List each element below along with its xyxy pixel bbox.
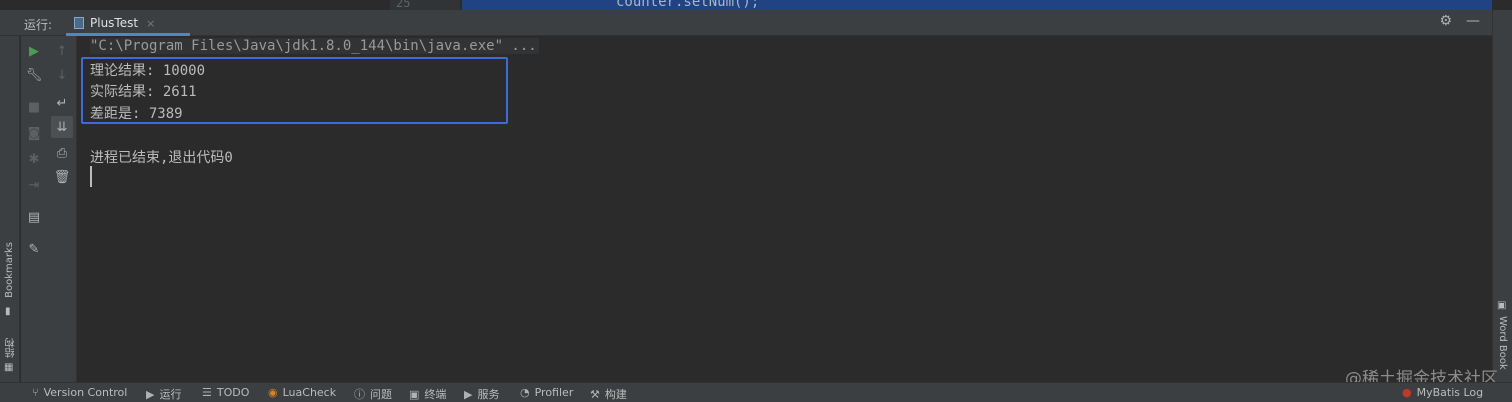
tab-label: 终端: [424, 388, 447, 401]
console-command-line: "C:\Program Files\Java\jdk1.8.0_144\bin\…: [90, 38, 539, 54]
stop-icon[interactable]: ■: [23, 96, 45, 118]
run-toolbar-primary: ▶ 🔧︎ ■ ◙ ✱ ⇥ ▤ ✎: [21, 36, 47, 382]
right-tool-stripe: ▣ Word Book: [1492, 10, 1512, 382]
minimize-icon[interactable]: —: [1466, 13, 1480, 29]
editor-line-number: 25: [396, 0, 411, 10]
tab-label: 问题: [370, 388, 392, 401]
services-icon: ▶: [464, 387, 473, 401]
tab-mybatis-log[interactable]: ● MyBatis Log: [1402, 386, 1483, 399]
structure-tab[interactable]: 结构: [4, 338, 19, 358]
tab-label: 运行: [159, 388, 182, 401]
exit-icon[interactable]: ⇥: [23, 174, 45, 196]
console-line: 实际结果: 2611: [90, 84, 197, 100]
tab-run[interactable]: ▶ 运行: [146, 386, 181, 402]
tab-label: Version Control: [43, 386, 128, 399]
rerun-icon[interactable]: ▶: [23, 40, 45, 62]
tab-label: TODO: [216, 386, 250, 399]
camera-icon[interactable]: ◙: [23, 122, 45, 144]
word-book-icon: ▣: [1497, 300, 1507, 311]
tab-luacheck[interactable]: ◉ LuaCheck: [268, 386, 336, 399]
text-caret: [90, 166, 92, 187]
branch-icon: ⑂: [32, 386, 39, 399]
close-icon[interactable]: ×: [146, 17, 155, 30]
editor-code-line[interactable]: counter.setNum();: [616, 0, 759, 10]
pin-icon[interactable]: ✎: [23, 238, 45, 260]
run-config-icon: [74, 17, 84, 29]
terminal-icon: ▣: [409, 387, 420, 401]
tab-label: 服务: [477, 388, 500, 401]
word-book-tab[interactable]: Word Book: [1497, 316, 1508, 370]
tab-terminal[interactable]: ▣ 终端: [409, 386, 446, 402]
tool-window-actions: ⚙ —: [1439, 13, 1480, 29]
tab-todo[interactable]: ☰ TODO: [202, 386, 249, 399]
bookmarks-tab[interactable]: Bookmarks: [4, 242, 15, 298]
scroll-to-end-icon[interactable]: ⇊: [51, 116, 73, 138]
mybatis-icon: ●: [1402, 386, 1412, 399]
editor-strip: 25 counter.setNum();: [0, 0, 1512, 10]
info-icon: ⓘ: [354, 388, 365, 401]
print-icon[interactable]: ⎙: [51, 142, 73, 164]
tab-label: Profiler: [534, 386, 574, 399]
trash-icon[interactable]: 🗑︎: [51, 166, 73, 188]
structure-icon: ▦: [4, 362, 14, 373]
console-line: 差距是: 7389: [90, 106, 183, 122]
tab-build[interactable]: ⚒ 构建: [590, 386, 627, 402]
hammer-icon: ⚒: [590, 387, 600, 401]
gear-icon[interactable]: ⚙: [1439, 13, 1452, 29]
run-icon: ▶: [146, 387, 155, 401]
soft-wrap-icon[interactable]: ↵: [51, 92, 73, 114]
tab-problems[interactable]: ⓘ 问题: [354, 386, 392, 402]
left-tool-stripe: Bookmarks ▮ 结构 ▦: [0, 36, 20, 382]
console-line: 理论结果: 10000: [90, 63, 206, 79]
profiler-icon: ◔: [520, 386, 530, 399]
arrow-up-icon[interactable]: ↑: [51, 40, 73, 62]
luacheck-icon: ◉: [268, 386, 278, 399]
tab-version-control[interactable]: ⑂ Version Control: [32, 386, 127, 399]
tab-label: LuaCheck: [282, 386, 337, 399]
run-toolbar-secondary: ↑ ↓ ↵ ⇊ ⎙ 🗑︎: [47, 36, 77, 382]
tab-label: 构建: [604, 388, 627, 401]
tab-services[interactable]: ▶ 服务: [464, 386, 499, 402]
tool-window-title: 运行:: [24, 18, 53, 32]
layout-icon[interactable]: ▤: [23, 206, 45, 228]
tab-label: MyBatis Log: [1416, 386, 1484, 399]
bookmark-icon: ▮: [5, 306, 11, 317]
list-icon: ☰: [202, 386, 212, 399]
tab-label: PlusTest: [90, 16, 139, 30]
console-output[interactable]: "C:\Program Files\Java\jdk1.8.0_144\bin\…: [78, 36, 1492, 382]
wrench-icon[interactable]: 🔧︎: [23, 64, 45, 86]
bottom-tool-bar: ⑂ Version Control ▶ 运行 ☰ TODO ◉ LuaCheck…: [0, 382, 1512, 402]
arrow-down-icon[interactable]: ↓: [51, 64, 73, 86]
console-exit-message: 进程已结束,退出代码0: [90, 150, 233, 166]
tab-profiler[interactable]: ◔ Profiler: [520, 386, 573, 399]
run-tool-window-header: 运行: PlusTest × ⚙ —: [0, 10, 1492, 36]
tab-plustest[interactable]: PlusTest ×: [66, 10, 190, 36]
debug-icon[interactable]: ✱: [23, 148, 45, 170]
